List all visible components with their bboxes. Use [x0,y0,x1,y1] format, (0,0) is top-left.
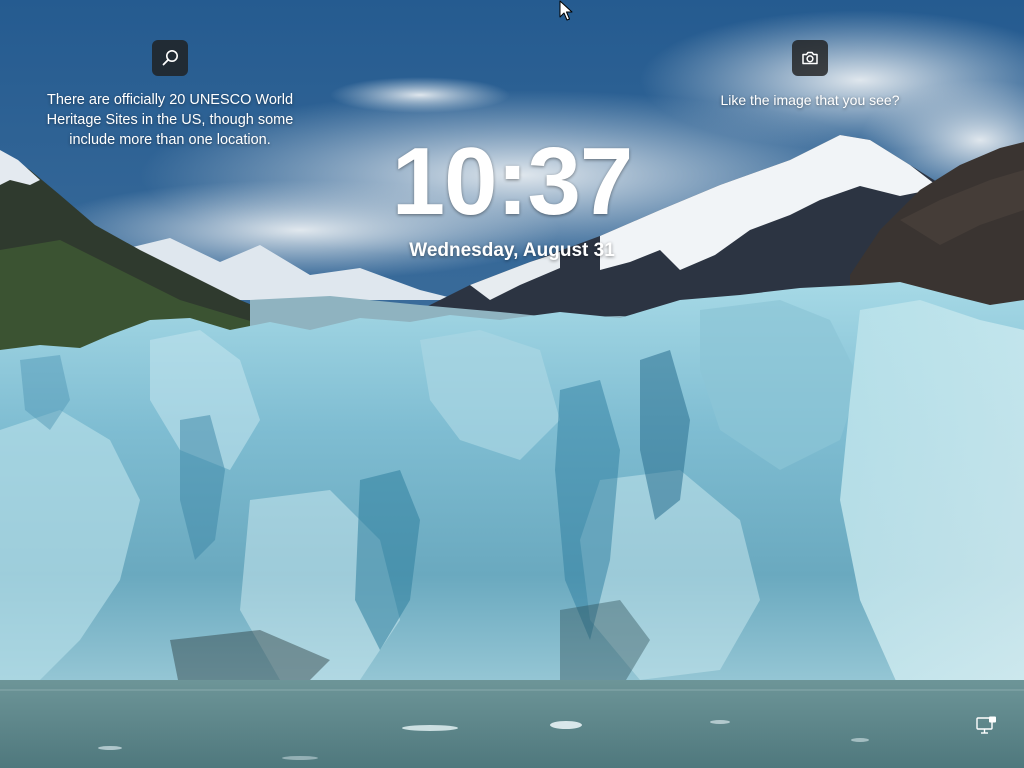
lock-screen-clock: 10:37 Wednesday, August 31 [312,128,712,262]
lock-screen[interactable]: There are officially 20 UNESCO World Her… [0,0,1024,768]
search-button[interactable] [152,40,188,76]
mouse-pointer-icon [559,0,573,21]
search-icon [162,50,178,66]
network-icon[interactable] [975,716,997,736]
spotlight-widget[interactable]: Like the image that you see? [690,40,930,110]
spotlight-prompt-link[interactable]: Like the image that you see? [690,90,930,110]
clock-time: 10:37 [391,128,634,235]
camera-icon [802,51,818,65]
camera-button[interactable] [792,40,828,76]
fun-fact-text: There are officially 20 UNESCO World Her… [46,92,294,148]
clock-date: Wednesday, August 31 [409,240,615,261]
fun-fact-widget[interactable]: There are officially 20 UNESCO World Her… [30,40,310,150]
